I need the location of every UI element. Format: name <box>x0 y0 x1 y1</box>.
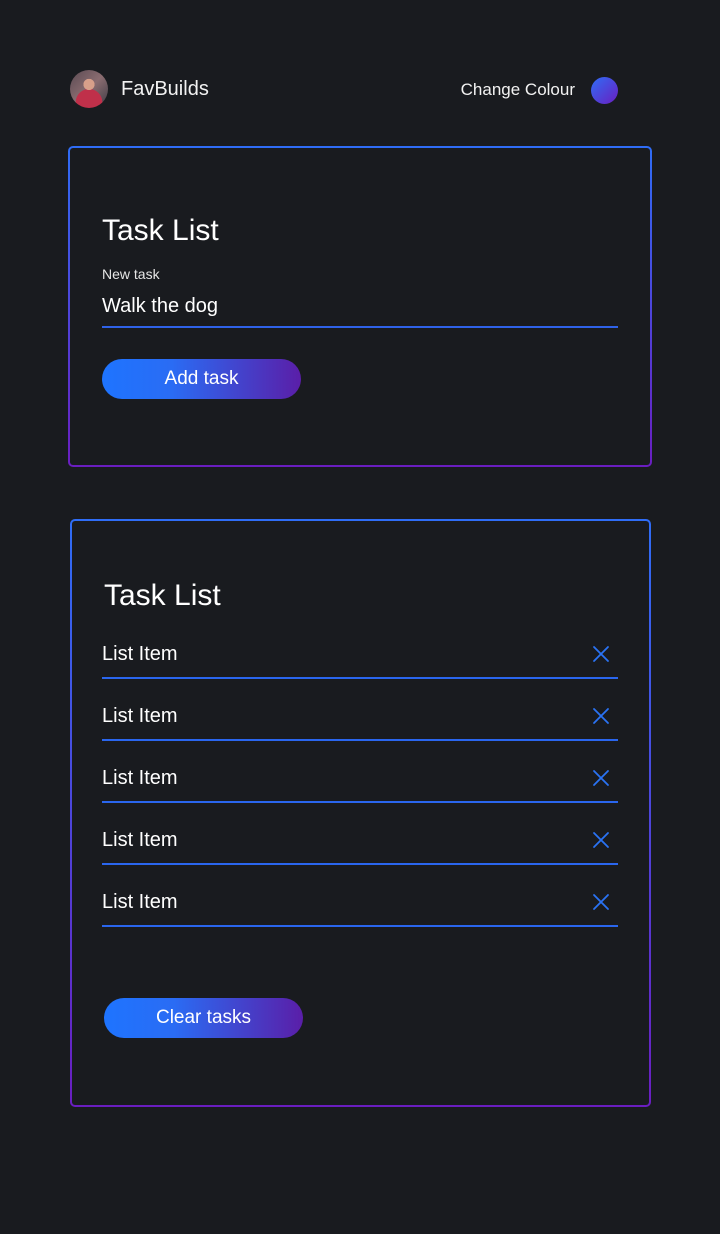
card-title: Task List <box>104 579 221 612</box>
page: FavBuilds Change Colour Task List New ta… <box>0 0 720 1234</box>
list-item-label: List Item <box>102 643 178 665</box>
close-icon[interactable] <box>592 769 610 787</box>
list-item: List Item <box>102 881 618 927</box>
close-icon[interactable] <box>592 645 610 663</box>
clear-tasks-button[interactable]: Clear tasks <box>104 998 303 1038</box>
list-item-label: List Item <box>102 829 178 851</box>
brand-name: FavBuilds <box>121 78 209 100</box>
list-item: List Item <box>102 695 618 741</box>
task-list: List Item List Item List Item List Item … <box>102 633 618 943</box>
new-task-label: New task <box>102 266 160 282</box>
header: FavBuilds Change Colour <box>70 70 620 108</box>
new-task-card: Task List New task Add task <box>68 146 652 467</box>
list-item-label: List Item <box>102 891 178 913</box>
list-item: List Item <box>102 757 618 803</box>
change-colour-label[interactable]: Change Colour <box>461 80 575 100</box>
list-item-label: List Item <box>102 767 178 789</box>
task-list-card: Task List List Item List Item List Item … <box>70 519 651 1107</box>
close-icon[interactable] <box>592 893 610 911</box>
list-item: List Item <box>102 819 618 865</box>
avatar[interactable] <box>70 70 108 108</box>
list-item: List Item <box>102 633 618 679</box>
close-icon[interactable] <box>592 831 610 849</box>
list-item-label: List Item <box>102 705 178 727</box>
colour-toggle-button[interactable] <box>591 77 618 104</box>
add-task-button[interactable]: Add task <box>102 359 301 399</box>
new-task-input[interactable] <box>102 292 618 328</box>
card-title: Task List <box>102 214 219 247</box>
close-icon[interactable] <box>592 707 610 725</box>
